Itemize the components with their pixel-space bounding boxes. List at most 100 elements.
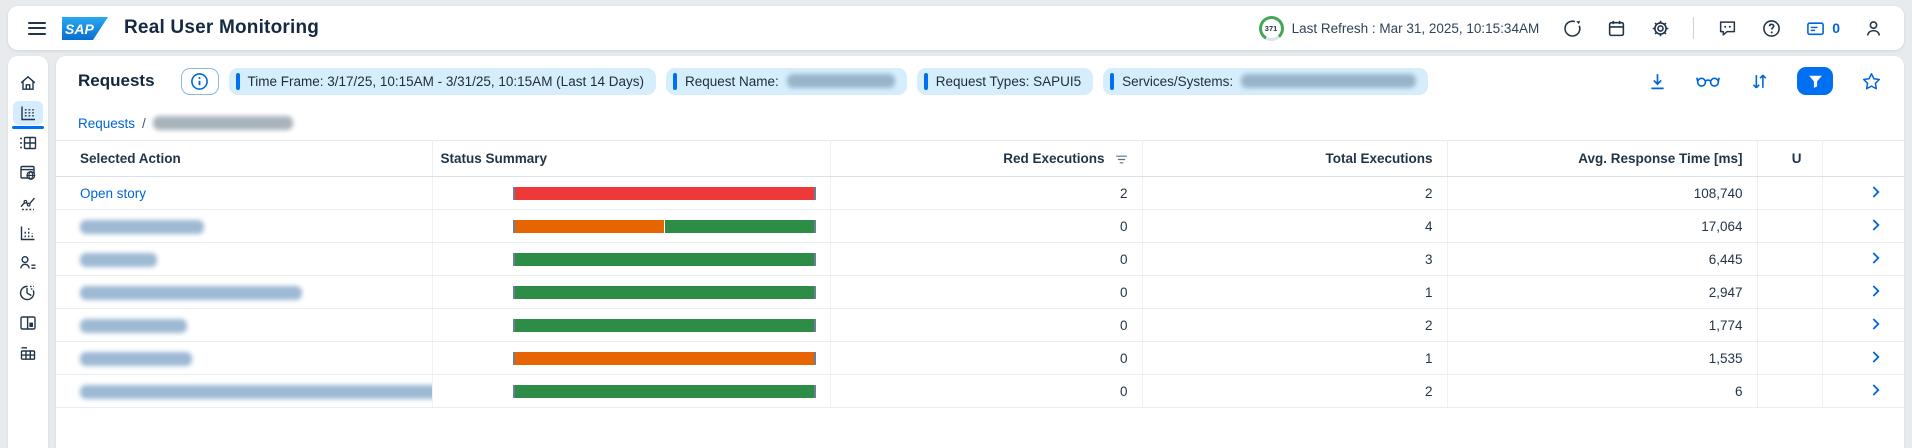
action-link-redacted[interactable]	[80, 286, 302, 300]
avg-response-time-value: 17,064	[1447, 210, 1757, 243]
avg-response-time-value: 6,445	[1447, 243, 1757, 276]
table-row[interactable]: 012,947	[56, 276, 1904, 309]
sidebar-item-column-chart[interactable]	[13, 221, 43, 245]
info-button[interactable]	[181, 68, 219, 95]
main-panel: Requests Time Frame: 3/17/25, 10:15AM - …	[56, 56, 1904, 448]
status-bar-segment-green	[515, 385, 814, 398]
sidebar-item-home[interactable]	[13, 71, 43, 95]
status-bar-segment-green	[515, 319, 814, 332]
row-detail-chevron[interactable]	[1822, 210, 1904, 243]
sort-icon[interactable]	[1748, 70, 1770, 92]
calendar-icon[interactable]	[1605, 17, 1627, 39]
action-link-redacted[interactable]	[80, 220, 204, 234]
row-detail-chevron[interactable]	[1822, 342, 1904, 375]
u-column-value	[1757, 276, 1822, 309]
action-link-redacted[interactable]	[80, 385, 432, 399]
total-executions-value: 2	[1142, 375, 1447, 408]
red-executions-value: 0	[830, 309, 1142, 342]
chip-label: Services/Systems:	[1122, 74, 1233, 89]
web-page-icon	[18, 163, 38, 183]
split-layout-icon	[18, 313, 38, 333]
glasses-icon[interactable]	[1695, 70, 1721, 92]
sidebar-item-split-layout[interactable]	[13, 311, 43, 335]
table-row[interactable]: 026	[56, 375, 1904, 408]
status-summary-bar	[513, 286, 816, 299]
action-link[interactable]: Open story	[80, 186, 146, 201]
col-selected-action[interactable]: Selected Action	[56, 141, 432, 177]
svg-text:SAP: SAP	[65, 21, 94, 37]
action-link-redacted[interactable]	[80, 253, 157, 267]
notifications-count: 0	[1832, 20, 1840, 36]
u-column-value	[1757, 375, 1822, 408]
chip-accent-bar	[924, 73, 928, 90]
row-detail-chevron[interactable]	[1822, 243, 1904, 276]
filter-chip-0[interactable]: Time Frame: 3/17/25, 10:15AM - 3/31/25, …	[229, 68, 656, 95]
chevron-right-icon	[1872, 285, 1880, 300]
sap-logo: SAP	[62, 17, 108, 40]
table-row[interactable]: Open story22108,740	[56, 177, 1904, 210]
chip-accent-bar	[236, 73, 240, 90]
chevron-right-icon	[1872, 318, 1880, 333]
sidebar-item-table-grid[interactable]	[13, 131, 43, 155]
col-avg-response-time[interactable]: Avg. Response Time [ms]	[1447, 141, 1757, 177]
status-summary-bar	[513, 253, 816, 266]
sidebar-item-bar-chart-selected[interactable]	[13, 101, 43, 125]
col-total-executions[interactable]: Total Executions	[1142, 141, 1447, 177]
total-executions-value: 2	[1142, 309, 1447, 342]
header-divider	[1693, 17, 1694, 39]
menu-icon[interactable]	[28, 22, 46, 35]
col-u-truncated[interactable]: U	[1757, 141, 1822, 177]
chip-accent-bar	[673, 73, 677, 90]
table-row[interactable]: 011,535	[56, 342, 1904, 375]
settings-gear-icon[interactable]	[1649, 17, 1671, 39]
favorite-star-icon[interactable]	[1860, 70, 1882, 92]
sidebar-item-trend-chart[interactable]	[13, 191, 43, 215]
filter-icon[interactable]	[1797, 67, 1833, 95]
breadcrumb-current-redacted	[153, 116, 293, 130]
chip-label: Request Name:	[685, 74, 779, 89]
notifications-button[interactable]: 0	[1804, 17, 1840, 39]
chevron-right-icon	[1872, 252, 1880, 267]
table-row[interactable]: 036,445	[56, 243, 1904, 276]
action-link-redacted[interactable]	[80, 319, 187, 333]
app-title: Real User Monitoring	[124, 17, 319, 39]
table-row[interactable]: 0417,064	[56, 210, 1904, 243]
red-executions-value: 2	[830, 177, 1142, 210]
feedback-icon[interactable]	[1716, 17, 1738, 39]
status-bar-segment-orange	[515, 220, 664, 233]
u-column-value	[1757, 342, 1822, 375]
table-grid-icon	[18, 133, 38, 153]
status-summary-bar	[513, 319, 816, 332]
table-row[interactable]: 021,774	[56, 309, 1904, 342]
user-avatar-icon[interactable]	[1862, 17, 1884, 39]
u-column-value	[1757, 309, 1822, 342]
trend-chart-icon	[18, 193, 38, 213]
freshness-badge: 371	[1262, 19, 1281, 38]
col-status-summary[interactable]: Status Summary	[432, 141, 830, 177]
row-detail-chevron[interactable]	[1822, 177, 1904, 210]
action-link-redacted[interactable]	[80, 352, 192, 366]
user-list-icon	[18, 253, 38, 273]
sidebar-item-pie-chart[interactable]	[13, 281, 43, 305]
sidebar-item-user-list[interactable]	[13, 251, 43, 275]
breadcrumb-root-link[interactable]: Requests	[78, 116, 135, 131]
u-column-value	[1757, 210, 1822, 243]
row-detail-chevron[interactable]	[1822, 309, 1904, 342]
target-icon[interactable]	[1561, 17, 1583, 39]
filter-chip-3[interactable]: Services/Systems:	[1103, 68, 1428, 95]
row-detail-chevron[interactable]	[1822, 375, 1904, 408]
sidebar-item-table-rows[interactable]	[13, 341, 43, 365]
filter-chip-2[interactable]: Request Types: SAPUI5	[917, 68, 1093, 95]
status-summary-bar	[513, 187, 816, 200]
download-icon[interactable]	[1646, 70, 1668, 92]
row-detail-chevron[interactable]	[1822, 276, 1904, 309]
red-executions-value: 0	[830, 210, 1142, 243]
sidebar-item-web-page[interactable]	[13, 161, 43, 185]
total-executions-value: 2	[1142, 177, 1447, 210]
filter-chip-1[interactable]: Request Name:	[666, 68, 907, 95]
col-red-executions[interactable]: Red Executions	[830, 141, 1142, 177]
chip-accent-bar	[1110, 73, 1114, 90]
status-bar-segment-green	[515, 253, 814, 266]
sidebar-nav	[8, 56, 48, 448]
help-icon[interactable]	[1760, 17, 1782, 39]
